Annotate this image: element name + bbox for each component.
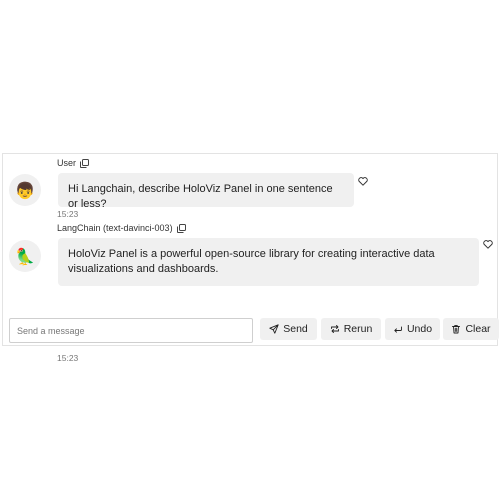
avatar: 👦	[9, 174, 41, 206]
message-header: User	[57, 157, 90, 169]
undo-label: Undo	[406, 323, 433, 335]
clear-label: Clear	[465, 323, 491, 335]
heart-icon[interactable]	[483, 236, 493, 249]
rerun-button[interactable]: Rerun	[321, 318, 381, 340]
send-button[interactable]: Send	[260, 318, 317, 340]
message-timestamp: 15:23	[57, 209, 79, 219]
rerun-label: Rerun	[343, 323, 373, 335]
copy-icon[interactable]	[176, 223, 186, 233]
sender-name: User	[57, 158, 77, 168]
message-input[interactable]	[9, 318, 253, 343]
undo-button[interactable]: Undo	[385, 318, 440, 340]
chat-interface: User 👦 Hi Langchain, describe HoloViz Pa…	[2, 153, 499, 363]
message-bubble: Hi Langchain, describe HoloViz Panel in …	[58, 173, 354, 210]
sender-name: LangChain (text-davinci-003)	[57, 223, 173, 233]
copy-icon[interactable]	[80, 158, 90, 168]
input-row: Send Rerun Undo	[9, 318, 499, 343]
trash-icon	[451, 324, 461, 334]
heart-icon[interactable]	[358, 173, 368, 186]
undo-arrow-icon	[393, 324, 403, 334]
avatar: 🦜	[9, 240, 41, 272]
message-bubble: HoloViz Panel is a powerful open-source …	[58, 238, 479, 286]
send-label: Send	[283, 323, 308, 335]
message-header: LangChain (text-davinci-003)	[57, 222, 186, 234]
paper-plane-icon	[269, 324, 279, 334]
clear-button[interactable]: Clear	[443, 318, 499, 340]
message-timestamp: 15:23	[57, 353, 79, 363]
repeat-icon	[330, 324, 340, 334]
